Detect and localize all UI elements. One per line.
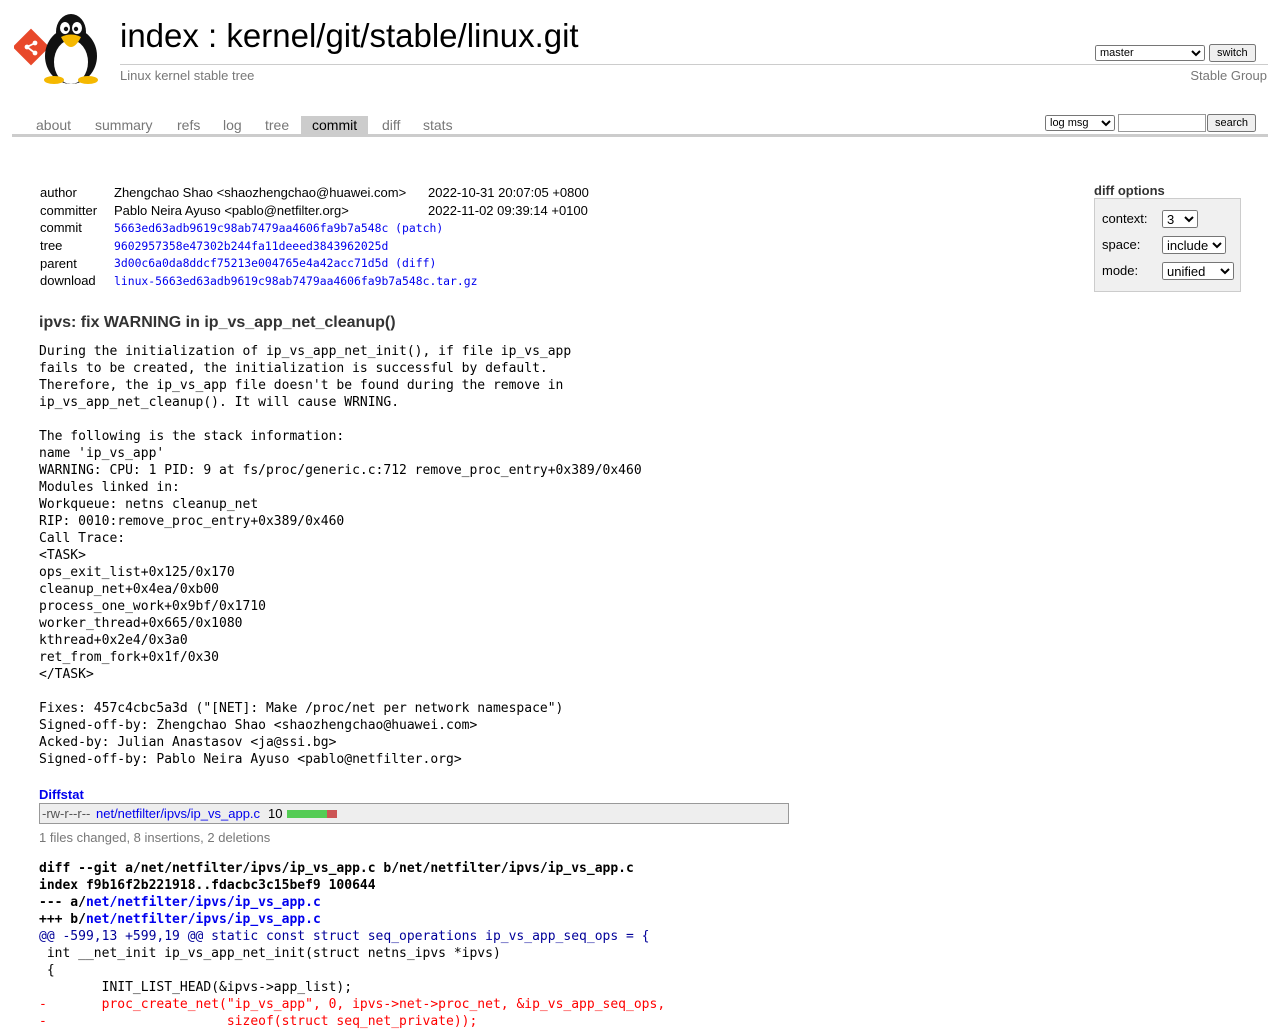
tab-log[interactable]: log	[212, 116, 253, 134]
repo-description: Linux kernel stable tree	[120, 68, 255, 83]
commit-label: commit	[40, 220, 82, 236]
diff-context-line: {	[39, 963, 55, 978]
tab-refs[interactable]: refs	[166, 116, 211, 134]
author-value: Zhengchao Shao <shaozhengchao@huawei.com…	[114, 185, 407, 201]
diff-plus-path[interactable]: net/netfilter/ipvs/ip_vs_app.c	[86, 912, 321, 927]
committer-label: committer	[40, 202, 98, 218]
diff-plus-prefix: +++ b/	[39, 912, 86, 927]
search-button[interactable]: search	[1207, 114, 1257, 132]
title-separator: :	[198, 17, 227, 54]
diff-deleted-line: - proc_create_net("ip_vs_app", 0, ipvs->…	[39, 997, 666, 1012]
tab-summary[interactable]: summary	[84, 116, 164, 134]
search-mode-select[interactable]: log msg	[1045, 115, 1115, 131]
deletions-bar	[327, 810, 337, 818]
tree-label: tree	[40, 238, 63, 254]
author-date: 2022-10-31 20:07:05 +0800	[428, 185, 589, 201]
git-icon	[14, 28, 50, 66]
parent-row: parent 3d00c6a0da8ddcf75213e004765e4a42a…	[40, 254, 589, 272]
diffstat-link[interactable]: Diffstat	[39, 787, 84, 802]
tab-commit[interactable]: commit	[301, 116, 369, 134]
tab-about[interactable]: about	[25, 116, 82, 134]
diff-minus-prefix: --- a/	[39, 895, 86, 910]
patch-link[interactable]: (patch)	[395, 221, 443, 235]
diff-options-title: diff options	[1094, 183, 1165, 198]
diff-plus-line: +++ b/net/netfilter/ipvs/ip_vs_app.c	[39, 911, 665, 928]
diff-index-line: index f9b16f2b221918..fdacbc3c15bef9 100…	[39, 878, 376, 893]
file-mode: -rw-r--r--	[42, 806, 91, 821]
cgit-logo[interactable]	[14, 12, 110, 84]
author-label: author	[40, 185, 77, 201]
download-value: linux-5663ed63adb9619c98ab7479aa4606fa9b…	[114, 272, 589, 290]
tab-diff[interactable]: diff	[371, 116, 411, 134]
switch-button[interactable]: switch	[1209, 44, 1256, 62]
tree-sha-link[interactable]: 9602957358e47302b244fa11deeed3843962025d	[114, 239, 388, 253]
commit-message: During the initialization of ip_vs_app_n…	[39, 344, 642, 767]
diff-options-panel: context: 3 space: include mode: unified	[1094, 198, 1241, 292]
diffstat-table: -rw-r--r-- net/netfilter/ipvs/ip_vs_app.…	[39, 803, 789, 824]
page-title: index : kernel/git/stable/linux.git	[120, 17, 579, 55]
diffstat-summary: 1 files changed, 8 insertions, 2 deletio…	[39, 830, 271, 845]
context-select[interactable]: 3	[1162, 210, 1198, 228]
commit-info-table: author Zhengchao Shao <shaozhengchao@hua…	[40, 184, 589, 290]
tux-icon	[44, 14, 98, 84]
index-link[interactable]: index	[120, 17, 199, 54]
author-row: author Zhengchao Shao <shaozhengchao@hua…	[40, 184, 589, 202]
header-divider	[120, 64, 1268, 65]
diff-deleted-line: - sizeof(struct seq_net_private));	[39, 1014, 478, 1029]
diffstat-count: 10	[268, 806, 283, 821]
download-row: download linux-5663ed63adb9619c98ab7479a…	[40, 272, 589, 290]
diff-lines: int __net_init ip_vs_app_net_init(struct…	[39, 945, 665, 1030]
diff-hunk-header: @@ -599,13 +599,19 @@ static const struc…	[39, 929, 650, 944]
space-select[interactable]: include	[1162, 236, 1226, 254]
commit-subject: ipvs: fix WARNING in ip_vs_app_net_clean…	[39, 314, 396, 331]
committer-row: committer Pablo Neira Ayuso <pablo@netfi…	[40, 202, 589, 220]
tab-tree[interactable]: tree	[254, 116, 300, 134]
commit-value: 5663ed63adb9619c98ab7479aa4606fa9b7a548c…	[114, 219, 589, 237]
parent-label: parent	[40, 255, 77, 271]
tree-value: 9602957358e47302b244fa11deeed3843962025d	[114, 237, 589, 255]
committer-value: Pablo Neira Ayuso <pablo@netfilter.org>	[114, 202, 349, 218]
diffstat-file-link[interactable]: net/netfilter/ipvs/ip_vs_app.c	[96, 806, 260, 821]
parent-value: 3d00c6a0da8ddcf75213e004765e4a42acc71d5d…	[114, 254, 589, 272]
diff-minus-line: --- a/net/netfilter/ipvs/ip_vs_app.c	[39, 894, 665, 911]
download-label: download	[40, 273, 96, 289]
download-link[interactable]: linux-5663ed63adb9619c98ab7479aa4606fa9b…	[114, 274, 477, 288]
insertions-bar	[287, 810, 327, 818]
tree-row: tree 9602957358e47302b244fa11deeed384396…	[40, 237, 589, 255]
branch-select[interactable]: master	[1095, 45, 1205, 61]
parent-diff-link[interactable]: (diff)	[395, 256, 436, 270]
diff-context-line: int __net_init ip_vs_app_net_init(struct…	[39, 946, 501, 961]
parent-sha-link[interactable]: 3d00c6a0da8ddcf75213e004765e4a42acc71d5d	[114, 256, 388, 270]
committer-date: 2022-11-02 09:39:14 +0100	[428, 202, 588, 218]
mode-label: mode:	[1102, 263, 1139, 278]
context-label: context:	[1102, 211, 1148, 226]
diff-view: diff --git a/net/netfilter/ipvs/ip_vs_ap…	[39, 860, 665, 1030]
commit-row: commit 5663ed63adb9619c98ab7479aa4606fa9…	[40, 219, 589, 237]
repo-link[interactable]: kernel/git/stable/linux.git	[226, 17, 578, 54]
diff-context-line: INIT_LIST_HEAD(&ipvs->app_list);	[39, 980, 353, 995]
commit-sha-link[interactable]: 5663ed63adb9619c98ab7479aa4606fa9b7a548c	[114, 221, 388, 235]
search-input[interactable]	[1118, 114, 1206, 132]
space-label: space:	[1102, 237, 1141, 252]
diff-minus-path[interactable]: net/netfilter/ipvs/ip_vs_app.c	[86, 895, 321, 910]
repo-owner: Stable Group	[1190, 68, 1267, 83]
tab-stats[interactable]: stats	[412, 116, 464, 134]
diff-git-line: diff --git a/net/netfilter/ipvs/ip_vs_ap…	[39, 861, 634, 876]
mode-select[interactable]: unified	[1162, 262, 1234, 280]
